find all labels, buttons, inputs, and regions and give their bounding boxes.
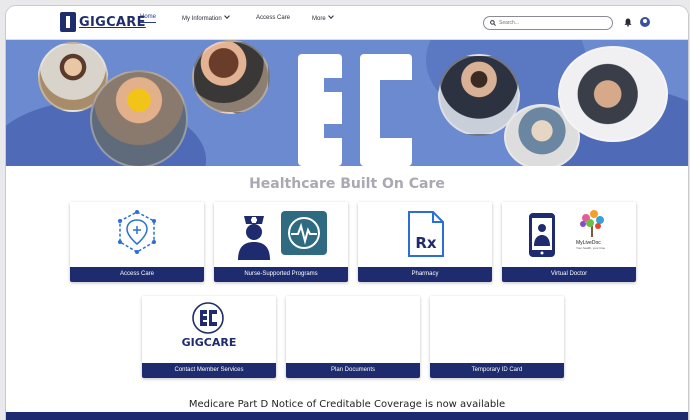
location-pin-icon: [118, 210, 156, 254]
card-access-care[interactable]: Access Care: [70, 202, 204, 282]
bell-icon[interactable]: [624, 18, 632, 27]
heart-monitor-icon: [281, 211, 327, 255]
mylivedoc-tagline: Your health, your time: [576, 246, 606, 250]
tree-logo-icon: [580, 210, 604, 237]
card-label: Temporary ID Card: [430, 363, 564, 378]
banner-logo-e-cut: [324, 78, 342, 92]
photo-stylist: [192, 40, 270, 114]
gigcare-logo[interactable]: GIGCARE: [60, 12, 146, 32]
card-label: Plan Documents: [286, 363, 420, 378]
banner-logo-c-cut: [380, 80, 412, 138]
card-contact-member-services[interactable]: GIGCARE Contact Member Services: [142, 296, 276, 378]
app-window: GIGCARE Home My Information Access Care …: [6, 6, 688, 420]
phone-doctor-icon: [529, 213, 555, 257]
nav-more-label: More: [312, 16, 326, 22]
footer-bar: [6, 412, 688, 420]
photo-handshake: [558, 46, 668, 142]
search-box[interactable]: [483, 16, 613, 30]
card-virtual-doctor[interactable]: MyLiveDoc Your health, your time Virtual…: [502, 202, 636, 282]
card-pharmacy[interactable]: Rx Pharmacy: [358, 202, 492, 282]
nav-home[interactable]: Home: [140, 14, 157, 23]
chevron-down-icon: [223, 13, 230, 19]
svg-text:Rx: Rx: [415, 234, 437, 252]
user-avatar[interactable]: [640, 17, 650, 27]
search-input[interactable]: [499, 20, 599, 26]
search-icon: [490, 20, 496, 26]
card-temporary-id-card[interactable]: Temporary ID Card: [430, 296, 564, 378]
card-plan-documents[interactable]: Plan Documents: [286, 296, 420, 378]
rx-icon: Rx: [408, 211, 444, 257]
card-label: Contact Member Services: [142, 363, 276, 378]
medicare-notice-link[interactable]: Medicare Part D Notice of Creditable Cov…: [6, 399, 688, 410]
photo-worker: [90, 70, 188, 166]
nav-access-care[interactable]: Access Care: [256, 15, 290, 21]
hero-banner: [6, 40, 688, 166]
nurse-icon: [238, 216, 270, 260]
nav-my-information-label: My Information: [182, 16, 222, 22]
banner-logo-e-cut: [324, 124, 342, 138]
card-nurse-supported-programs[interactable]: Nurse-Supported Programs: [214, 202, 348, 282]
page-tagline: Healthcare Built On Care: [249, 176, 445, 192]
card-label: Access Care: [70, 267, 204, 282]
brand-name: GIGCARE: [79, 14, 146, 30]
card-label: Pharmacy: [358, 267, 492, 282]
card-label: Virtual Doctor: [502, 267, 636, 282]
gigcare-badge-icon: [192, 302, 224, 334]
gigcare-card-wordmark: GIGCARE: [181, 336, 237, 349]
gigcare-logo-mark: [60, 12, 76, 32]
nav-my-information[interactable]: My Information: [182, 13, 230, 22]
banner-logo-e: [298, 54, 342, 166]
top-nav-bar: GIGCARE Home My Information Access Care …: [6, 6, 688, 40]
chevron-down-icon: [327, 13, 334, 19]
card-label: Nurse-Supported Programs: [214, 267, 348, 282]
nav-more[interactable]: More: [312, 13, 334, 22]
